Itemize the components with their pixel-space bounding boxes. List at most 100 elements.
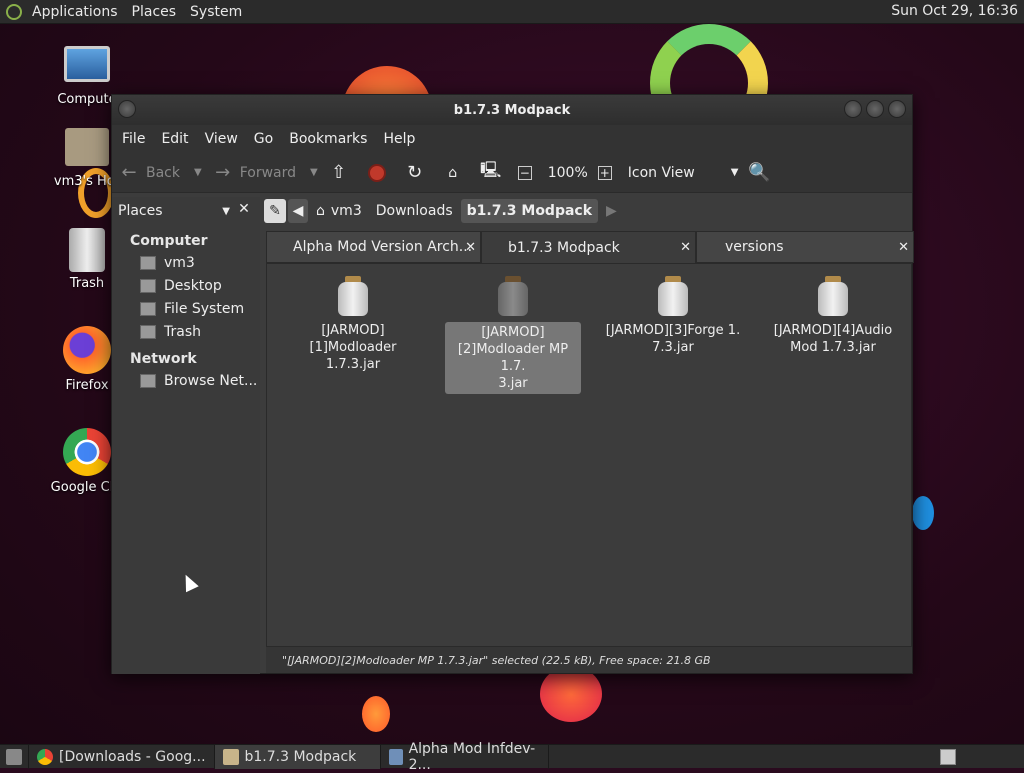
home-button[interactable]: ⌂ <box>442 162 470 184</box>
tab-label: versions <box>725 239 784 255</box>
home-folder-icon <box>140 255 156 270</box>
system-menu[interactable]: System <box>190 4 242 20</box>
reload-button[interactable]: ↻ <box>404 162 432 184</box>
home-folder-icon: ⌂ <box>316 203 325 219</box>
zoom-out-button[interactable]: − <box>517 165 538 180</box>
close-icon[interactable]: ✕ <box>465 240 476 255</box>
breadcrumb-current[interactable]: b1.7.3 Modpack <box>460 199 599 223</box>
task-label: b1.7.3 Modpack <box>244 748 357 765</box>
forward-arrow-icon: → <box>215 162 231 183</box>
up-arrow-icon: ⇧ <box>331 162 347 183</box>
view-mode-label: Icon View <box>627 164 695 181</box>
stop-button[interactable] <box>366 162 394 184</box>
up-button[interactable]: ⇧ <box>328 162 356 184</box>
window-menu-button[interactable] <box>118 100 136 118</box>
back-label: Back <box>146 164 180 181</box>
menu-edit[interactable]: Edit <box>153 131 196 147</box>
forward-history-dropdown-icon[interactable]: ▼ <box>310 167 318 178</box>
forward-label: Forward <box>239 164 297 181</box>
location-bar: ✎ ◀ ⌂ vm3 Downloads b1.7.3 Modpack ▶ <box>264 197 625 225</box>
file-manager-window: b1.7.3 Modpack File Edit View Go Bookmar… <box>111 94 914 674</box>
home-folder-icon <box>65 128 109 166</box>
file-name: [JARMOD][4]Audio Mod 1.7.3.jar <box>773 323 893 355</box>
stop-icon <box>366 162 388 184</box>
status-bar: "[JARMOD][2]Modloader MP 1.7.3.jar" sele… <box>266 647 912 673</box>
view-mode-select[interactable]: Icon View ▼ <box>628 165 739 181</box>
close-button[interactable] <box>888 100 906 118</box>
file-item-selected[interactable]: [JARMOD] [2]Modloader MP 1.7. 3.jar <box>445 272 581 394</box>
jar-file-icon <box>657 276 689 316</box>
file-name: [JARMOD] [2]Modloader MP 1.7. 3.jar <box>445 322 581 394</box>
sidebar-item-vm3[interactable]: vm3 <box>112 251 260 274</box>
window-titlebar[interactable]: b1.7.3 Modpack <box>112 95 912 125</box>
sidebar-item-filesystem[interactable]: File System <box>112 297 260 320</box>
sidebar-item-desktop[interactable]: Desktop <box>112 274 260 297</box>
close-icon[interactable]: ✕ <box>234 201 254 221</box>
task-label: [Downloads - Goog... <box>59 748 206 765</box>
close-icon[interactable]: ✕ <box>680 240 691 255</box>
computer-button[interactable]: 🖳 <box>480 160 508 184</box>
tab-label: b1.7.3 Modpack <box>508 239 620 256</box>
back-arrow-icon: ← <box>121 162 137 183</box>
window-title: b1.7.3 Modpack <box>453 102 571 118</box>
sidebar-item-browse-network[interactable]: Browse Net... <box>112 369 260 392</box>
folder-icon <box>222 748 239 765</box>
search-icon: 🔍 <box>748 162 771 183</box>
jar-file-icon <box>497 276 529 316</box>
edit-location-button[interactable]: ✎ <box>264 199 286 223</box>
task-b173-modpack[interactable]: b1.7.3 Modpack <box>214 744 381 769</box>
menu-go[interactable]: Go <box>246 131 281 147</box>
show-desktop-button[interactable] <box>0 744 29 769</box>
menu-file[interactable]: File <box>114 131 153 147</box>
file-item[interactable]: [JARMOD][4]Audio Mod 1.7.3.jar <box>765 272 901 356</box>
tab-versions[interactable]: versions ✕ <box>696 231 914 263</box>
forward-button[interactable]: → Forward ▼ <box>212 162 318 184</box>
menu-bookmarks[interactable]: Bookmarks <box>281 131 375 147</box>
sidepane: Places ▼ ✕ Computer vm3 Desktop File Sys… <box>112 197 260 674</box>
breadcrumb-scroll-left-button[interactable]: ◀ <box>288 199 308 223</box>
zoom-in-button[interactable]: + <box>597 165 618 180</box>
jar-file-icon <box>337 276 369 316</box>
home-folder-icon: ⌂ <box>448 164 458 181</box>
breadcrumb-downloads[interactable]: Downloads <box>370 199 459 223</box>
file-item[interactable]: [JARMOD] [1]Modloader 1.7.3.jar <box>285 272 421 373</box>
computer-icon: 🖳 <box>480 160 502 179</box>
file-icon-view[interactable]: [JARMOD] [1]Modloader 1.7.3.jar [JARMOD][… <box>266 263 912 647</box>
chevron-down-icon: ▼ <box>222 205 230 217</box>
back-history-dropdown-icon[interactable]: ▼ <box>194 167 202 178</box>
tab-alpha-mod[interactable]: Alpha Mod Version Arch... ✕ <box>266 231 481 263</box>
network-icon <box>140 373 156 388</box>
tab-bar: Alpha Mod Version Arch... ✕ b1.7.3 Modpa… <box>266 231 914 263</box>
sidepane-section-computer: Computer <box>130 233 208 249</box>
decor-blob <box>912 496 934 530</box>
decor-blob <box>540 666 602 722</box>
sidepane-selector[interactable]: Places ▼ ✕ <box>112 197 260 225</box>
menu-help[interactable]: Help <box>375 131 423 147</box>
close-icon[interactable]: ✕ <box>898 240 909 255</box>
file-manager-icon <box>388 748 403 765</box>
back-button[interactable]: ← Back ▼ <box>118 162 202 184</box>
trash-icon <box>69 228 105 272</box>
clock[interactable]: Sun Oct 29, 16:36 <box>891 3 1018 19</box>
gnome-foot-icon[interactable] <box>6 3 22 20</box>
breadcrumb-scroll-right-button[interactable]: ▶ <box>600 199 623 223</box>
breadcrumb-vm3[interactable]: ⌂ vm3 <box>310 199 368 223</box>
places-menu[interactable]: Places <box>132 4 177 20</box>
search-button[interactable]: 🔍 <box>748 162 776 184</box>
jar-file-icon <box>817 276 849 316</box>
drive-icon <box>140 301 156 316</box>
menu-view[interactable]: View <box>197 131 246 147</box>
minimize-button[interactable] <box>844 100 862 118</box>
file-name: [JARMOD] [1]Modloader 1.7.3.jar <box>309 323 397 372</box>
task-chrome-downloads[interactable]: [Downloads - Goog... <box>29 744 215 769</box>
task-alpha-mod[interactable]: Alpha Mod Infdev-2... <box>381 741 549 773</box>
maximize-button[interactable] <box>866 100 884 118</box>
workspace-switcher[interactable] <box>940 748 956 765</box>
applications-menu[interactable]: Applications <box>32 4 118 20</box>
zoom-out-icon: − <box>517 165 532 180</box>
show-desktop-icon <box>6 748 22 765</box>
tab-b173-modpack[interactable]: b1.7.3 Modpack ✕ <box>481 231 696 263</box>
sidebar-item-trash[interactable]: Trash <box>112 320 260 343</box>
file-item[interactable]: [JARMOD][3]Forge 1. 7.3.jar <box>605 272 741 356</box>
menubar: File Edit View Go Bookmarks Help <box>112 125 912 153</box>
